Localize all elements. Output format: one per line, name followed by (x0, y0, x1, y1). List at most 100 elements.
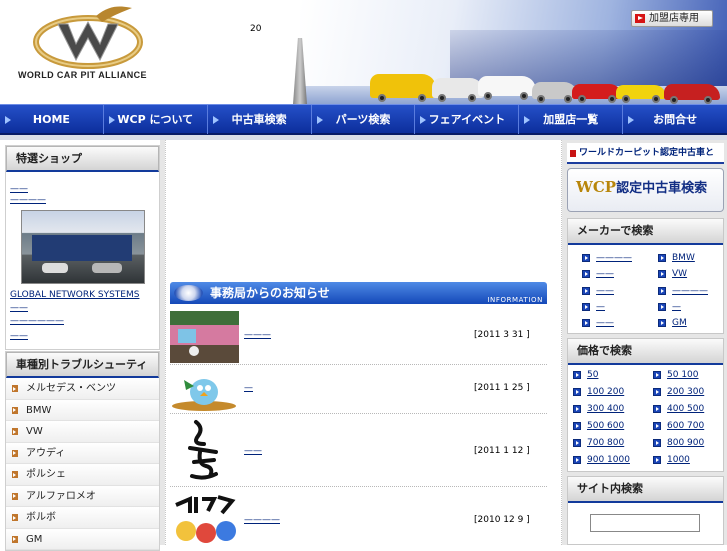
banner-prefix: WCP (576, 178, 617, 196)
news-thumbnail[interactable] (170, 311, 239, 363)
arrow-icon (12, 535, 18, 543)
troubleshooting-title: 車種別トラブルシューティング (6, 352, 159, 395)
left-sidebar: 特選ショップ —— ———— GLOBAL NETWORK SYSTEMS ——… (0, 140, 165, 551)
play-icon (635, 14, 645, 23)
price-link[interactable]: 50 (573, 370, 598, 380)
nav-about[interactable]: WCP について (104, 105, 208, 134)
trouble-item[interactable]: ポルシェ (6, 464, 159, 486)
news-link[interactable]: ———— (244, 515, 280, 525)
trouble-item-label: アウディ (26, 447, 66, 459)
trouble-item[interactable]: アルファロメオ (6, 485, 159, 507)
arrow-icon (582, 270, 590, 278)
news-item: ——— [2011 3 31 ] (170, 308, 547, 365)
maker-link[interactable]: ———— (582, 253, 632, 263)
price-link[interactable]: 800 900 (653, 438, 704, 448)
right-sidebar: ワールドカーピット認定中古車とは? WCP認定中古車検索 メーカーで検索 ———… (562, 140, 727, 545)
news-item: —— [2011 1 12 ] (170, 414, 547, 487)
arrow-icon (653, 422, 661, 430)
nav-label: パーツ検索 (335, 113, 391, 126)
maker-link[interactable]: —— (582, 318, 614, 328)
nav-label: 加盟店一覧 (543, 113, 599, 126)
arrow-icon (658, 254, 666, 262)
nav-member-stores[interactable]: 加盟店一覧 (519, 105, 624, 134)
arrow-icon (212, 116, 219, 124)
news-link[interactable]: ——— (244, 330, 271, 340)
featured-link[interactable]: ———— (10, 195, 46, 205)
maker-link[interactable]: — (658, 302, 681, 312)
banner-title: WCP認定中古車検索 (576, 177, 707, 196)
news-link[interactable]: —— (244, 446, 262, 456)
car-image (42, 263, 68, 273)
news-item: — [2011 1 25 ] (170, 365, 547, 414)
nav-used-car-search[interactable]: 中古車検索 (208, 105, 312, 134)
header-number: 20 (250, 24, 262, 34)
arrow-icon (5, 116, 11, 124)
trouble-item[interactable]: アウディ (6, 442, 159, 464)
price-link[interactable]: 900 1000 (573, 455, 630, 465)
header: WORLD CAR PIT ALLIANCE 20 加盟店専用 (0, 0, 727, 104)
featured-link[interactable]: —— (10, 303, 28, 313)
price-link[interactable]: 200 300 (653, 387, 704, 397)
featured-link[interactable]: —— (10, 184, 28, 194)
arrow-icon (12, 428, 18, 435)
trouble-item[interactable]: BMW (6, 399, 159, 421)
trouble-item-label: GM (26, 533, 43, 545)
trouble-item[interactable]: VW (6, 421, 159, 443)
car-image (664, 84, 720, 104)
maker-link[interactable]: VW (658, 269, 687, 279)
shop-name-link[interactable]: GLOBAL NETWORK SYSTEMS (10, 290, 139, 300)
nav-home[interactable]: HOME (0, 105, 104, 134)
arrow-icon (573, 456, 581, 464)
featured-link[interactable]: —— (10, 331, 28, 341)
wcp-certified-link[interactable]: ワールドカーピット認定中古車とは? (567, 143, 724, 179)
logo-text: WORLD CAR PIT ALLIANCE (18, 70, 147, 80)
maker-link[interactable]: — (582, 302, 605, 312)
price-link[interactable]: 50 100 (653, 370, 699, 380)
car-image (616, 85, 666, 103)
shop-photo[interactable] (21, 210, 145, 284)
featured-shop-title: 特選ショップ (6, 146, 159, 172)
price-link[interactable]: 1000 (653, 455, 690, 465)
arrow-icon (108, 116, 115, 124)
price-link[interactable]: 300 400 (573, 404, 624, 414)
news-thumbnail[interactable] (170, 418, 239, 484)
price-link[interactable]: 500 600 (573, 421, 624, 431)
nav-contact[interactable]: お問合せ (623, 105, 727, 134)
main-content: 事務局からのお知らせ INFORMATION ——— [2011 3 31 ] … (165, 140, 562, 545)
featured-link[interactable]: —————— (10, 316, 64, 326)
car-image (92, 263, 122, 273)
price-link[interactable]: 600 700 (653, 421, 704, 431)
arrow-icon (12, 449, 18, 457)
news-thumbnail[interactable] (170, 491, 239, 545)
arrow-icon (653, 439, 661, 447)
price-link[interactable]: 700 800 (573, 438, 624, 448)
trouble-item-label: メルセデス・ベンツ (26, 383, 116, 394)
banner-suffix: 認定中古車検索 (616, 181, 708, 196)
car-image (370, 74, 436, 102)
trouble-item[interactable]: ボルボ (6, 507, 159, 529)
trouble-item[interactable]: メルセデス・ベンツ (6, 378, 159, 400)
arrow-icon (12, 514, 18, 521)
arrow-icon (653, 456, 661, 464)
trouble-item[interactable]: GM (6, 528, 159, 550)
maker-link[interactable]: —— (582, 286, 614, 296)
member-store-button[interactable]: 加盟店専用 (631, 10, 713, 27)
member-store-label: 加盟店専用 (649, 13, 699, 24)
maker-link[interactable]: —— (582, 269, 614, 279)
wcp-certified-search-banner[interactable]: WCP認定中古車検索 (567, 168, 724, 212)
site-search-input[interactable] (590, 514, 700, 532)
arrow-icon (420, 116, 427, 124)
maker-link[interactable]: ———— (658, 286, 708, 296)
news-date: [2011 3 31 ] (474, 330, 530, 340)
trouble-item-label: VW (26, 426, 43, 437)
news-link[interactable]: — (244, 383, 253, 393)
nav-fair-event[interactable]: フェアイベント (415, 105, 520, 134)
arrow-icon (570, 150, 576, 157)
nav-parts-search[interactable]: パーツ検索 (312, 105, 416, 134)
news-thumbnail[interactable] (170, 368, 239, 412)
price-link[interactable]: 400 500 (653, 404, 704, 414)
news-date: [2011 1 12 ] (474, 446, 530, 456)
price-link[interactable]: 100 200 (573, 387, 624, 397)
maker-link[interactable]: BMW (658, 253, 695, 263)
maker-link[interactable]: GM (658, 318, 687, 328)
